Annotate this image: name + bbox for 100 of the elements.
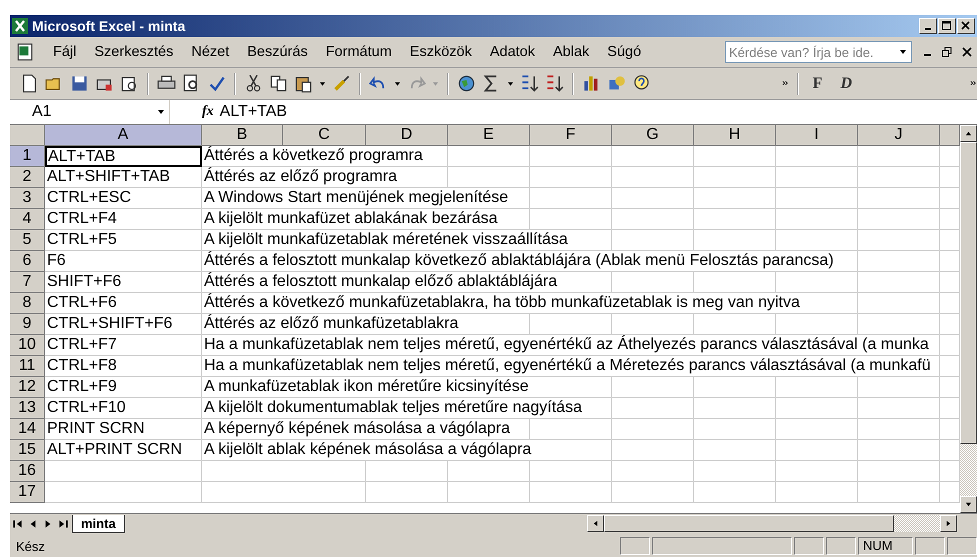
menu-item[interactable]: Szerkesztés [85, 44, 182, 60]
toolbar-overflow-icon[interactable] [782, 80, 789, 88]
dropdown-arrow-icon[interactable] [157, 108, 165, 116]
column-header[interactable]: C [283, 125, 366, 146]
table-cell: Ha a munkafüzetablak nem teljes méretű, egyenértékű a Méretezés parancs választásával (a munkafü [202, 356, 940, 377]
table-cell: CTRL+F5 [45, 230, 202, 251]
row-header[interactable]: 2 [10, 167, 45, 188]
table-cell: CTRL+F4 [45, 209, 202, 230]
table-cell: CTRL+F10 [45, 398, 202, 419]
status-pane [826, 537, 856, 555]
column-header[interactable]: B [202, 125, 283, 146]
horizontal-scrollbar[interactable] [587, 515, 957, 532]
row-header[interactable]: 7 [10, 272, 45, 293]
font-style-button[interactable]: F [806, 74, 828, 92]
menu-item[interactable]: Ablak [544, 44, 598, 60]
column-header[interactable]: F [530, 125, 612, 146]
paintbrush-icon[interactable] [332, 74, 351, 93]
status-pane [915, 537, 945, 555]
table-cell: CTRL+ESC [45, 188, 202, 209]
menu-item[interactable]: Beszúrás [238, 44, 317, 60]
last-sheet-icon[interactable] [57, 518, 69, 530]
close-icon [961, 21, 971, 31]
row-header[interactable]: 15 [10, 440, 45, 461]
toolbar-overflow-icon[interactable] [970, 80, 977, 88]
row-header[interactable]: 16 [10, 461, 45, 482]
table-cell: Áttérés a következő programra [202, 146, 448, 167]
row-header[interactable]: 14 [10, 419, 45, 440]
spelling-check-icon[interactable] [207, 74, 226, 93]
dropdown-arrow-icon[interactable] [319, 80, 326, 88]
close-button[interactable] [957, 18, 975, 34]
row-header[interactable]: 3 [10, 188, 45, 209]
row-header[interactable]: 9 [10, 314, 45, 335]
function-label[interactable]: fx [202, 104, 214, 120]
status-pane [620, 537, 650, 555]
row-header[interactable]: 13 [10, 398, 45, 419]
vertical-scrollbar[interactable] [960, 125, 977, 513]
dropdown-arrow-icon[interactable] [899, 48, 907, 56]
table-cell: ALT+PRINT SCRN [45, 440, 202, 461]
menu-item[interactable]: Súgó [598, 44, 650, 60]
column-header[interactable]: D [366, 125, 448, 146]
table-cell: PRINT SCRN [45, 419, 202, 440]
menu-item[interactable]: Fájl [44, 44, 86, 60]
table-cell: A kijelölt munkafüzetablak méretének visszaállítása [202, 230, 612, 251]
row-header[interactable]: 11 [10, 356, 45, 377]
row-header[interactable]: 17 [10, 482, 45, 503]
scroll-up-button[interactable] [960, 125, 977, 142]
workbook-icon[interactable] [16, 43, 34, 61]
minimize-icon [925, 28, 931, 30]
scroll-thumb[interactable] [960, 142, 977, 444]
font-style-button[interactable]: D [834, 74, 858, 92]
maximize-button[interactable] [938, 18, 956, 34]
clipboard-icon[interactable] [294, 74, 313, 93]
print-preview-icon[interactable] [120, 74, 139, 93]
sort-descending-icon[interactable] [545, 74, 564, 93]
table-cell: A kijelölt ablak képének másolása a vágólapra [202, 440, 612, 461]
table-cell: Áttérés a következő munkafüzetablakra, ha több munkafüzetablak is meg van nyitva [202, 293, 858, 314]
row-header[interactable]: 10 [10, 335, 45, 356]
globe-icon[interactable] [457, 74, 476, 93]
menu-item[interactable]: Formátum [316, 44, 401, 60]
table-cell: CTRL+F9 [45, 377, 202, 398]
table-cell: Áttérés a felosztott munkalap előző ablaktáblájára [202, 272, 612, 293]
copy-icon[interactable] [269, 74, 288, 93]
select-all-corner[interactable] [10, 125, 45, 146]
table-cell: Ha a munkafüzetablak nem teljes méretű, egyenértékű az Áthelyezés parancs választásával (a munka [202, 335, 940, 356]
help-search-field[interactable]: Kérdése van? Írja be ide. [725, 41, 912, 63]
column-header[interactable]: H [694, 125, 776, 146]
table-cell: CTRL+F8 [45, 356, 202, 377]
dropdown-arrow-icon[interactable] [507, 80, 514, 88]
minimize-button[interactable] [919, 18, 937, 34]
row-header[interactable]: 8 [10, 293, 45, 314]
column-header[interactable]: I [776, 125, 858, 146]
column-header[interactable]: G [612, 125, 694, 146]
save-icon[interactable] [70, 74, 89, 93]
close-icon[interactable] [962, 47, 972, 57]
column-header[interactable]: J [858, 125, 940, 146]
formula-field[interactable]: ALT+TAB [220, 103, 288, 121]
table-cell: ALT+SHIFT+TAB [45, 167, 202, 188]
scroll-thumb[interactable] [604, 515, 894, 532]
menu-item[interactable]: Eszközök [400, 44, 481, 60]
row-header[interactable]: 5 [10, 230, 45, 251]
scroll-left-button[interactable] [587, 515, 604, 532]
status-pane [794, 537, 824, 555]
new-document-icon[interactable] [20, 74, 39, 93]
sort-ascending-icon[interactable] [520, 74, 539, 93]
first-sheet-icon[interactable] [12, 518, 24, 530]
row-header[interactable]: 6 [10, 251, 45, 272]
row-header[interactable]: 4 [10, 209, 45, 230]
scroll-right-button[interactable] [940, 515, 957, 532]
menu-item[interactable]: Nézet [182, 44, 238, 60]
scissors-icon[interactable] [244, 74, 263, 93]
table-cell: CTRL+F6 [45, 293, 202, 314]
column-header[interactable]: A [45, 125, 202, 146]
sheet-tab[interactable]: minta [72, 514, 125, 532]
menu-item[interactable]: Adatok [480, 44, 544, 60]
row-header[interactable]: 12 [10, 377, 45, 398]
scroll-down-button[interactable] [960, 496, 977, 513]
row-header[interactable]: 1 [10, 146, 45, 167]
restore-icon[interactable] [942, 47, 952, 57]
dropdown-arrow-icon[interactable] [394, 80, 401, 88]
column-header[interactable]: E [448, 125, 530, 146]
